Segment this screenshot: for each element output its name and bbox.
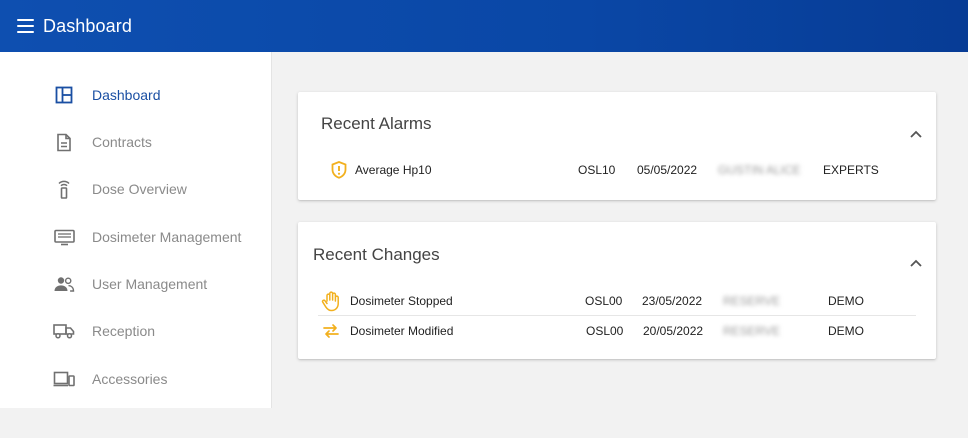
person-name: GUSTIN ALICE (718, 163, 801, 177)
group-name: EXPERTS (823, 163, 879, 177)
sidebar-item-label: Reception (92, 323, 156, 339)
dosimeter-code: OSL00 (586, 324, 624, 338)
dosimeter-icon (52, 177, 76, 201)
hand-stop-icon (321, 287, 341, 315)
users-icon (52, 272, 76, 296)
app-bar: Dashboard (0, 0, 968, 52)
sidebar-item-label: Dose Overview (92, 181, 187, 197)
recent-alarms-card: Recent Alarms Average Hp10 OSL10 05/05/2… (298, 92, 936, 200)
sidebar-item-label: Dashboard (92, 87, 161, 103)
alarm-name: Average Hp10 (355, 163, 432, 177)
app-title: Dashboard (43, 15, 132, 36)
sidebar-item-dose-overview[interactable]: Dose Overview (52, 175, 187, 203)
alarm-date: 05/05/2022 (637, 163, 698, 177)
sidebar-item-reception[interactable]: Reception (52, 317, 155, 345)
card-title: Recent Changes (313, 245, 440, 264)
group-name: DEMO (828, 324, 864, 338)
sidebar-item-label: Dosimeter Management (92, 229, 242, 245)
person-name: RESERVE (723, 294, 781, 308)
row-divider (318, 315, 916, 316)
swap-arrows-icon (322, 317, 340, 345)
table-row[interactable]: Dosimeter Modified OSL00 20/05/2022 RESE… (298, 317, 936, 345)
sidebar-item-label: Accessories (92, 371, 168, 387)
change-name: Dosimeter Modified (350, 324, 454, 338)
sidebar-item-dosimeter-management[interactable]: Dosimeter Management (52, 223, 241, 251)
truck-icon (52, 319, 76, 343)
table-row[interactable]: Average Hp10 OSL10 05/05/2022 GUSTIN ALI… (298, 156, 936, 184)
card-title: Recent Alarms (321, 114, 432, 133)
sidebar-item-contracts[interactable]: Contracts (52, 128, 152, 156)
menu-icon[interactable] (17, 19, 34, 33)
sidebar-item-dashboard[interactable]: Dashboard (52, 81, 161, 109)
chevron-up-icon[interactable] (910, 259, 922, 267)
sidebar-item-user-management[interactable]: User Management (52, 270, 207, 298)
person-name: RESERVE (723, 324, 781, 338)
table-row[interactable]: Dosimeter Stopped OSL00 23/05/2022 RESER… (298, 287, 936, 315)
sidebar-item-label: Contracts (92, 134, 152, 150)
footer-area (0, 408, 968, 438)
monitor-icon (52, 225, 76, 249)
dosimeter-code: OSL10 (578, 163, 616, 177)
chevron-up-icon[interactable] (910, 130, 922, 138)
change-date: 23/05/2022 (642, 294, 703, 308)
change-date: 20/05/2022 (643, 324, 704, 338)
sidebar-item-accessories[interactable]: Accessories (52, 365, 167, 393)
devices-icon (52, 367, 76, 391)
dashboard-icon (52, 83, 76, 107)
shield-alert-icon (331, 156, 347, 184)
group-name: DEMO (828, 294, 864, 308)
sidebar: Dashboard Contracts Dose Overview Dosime… (0, 52, 272, 408)
change-name: Dosimeter Stopped (350, 294, 453, 308)
dosimeter-code: OSL00 (585, 294, 623, 308)
sidebar-item-label: User Management (92, 276, 208, 292)
recent-changes-card: Recent Changes Dosimeter Stopped OSL00 2… (298, 222, 936, 359)
document-icon (52, 130, 76, 154)
